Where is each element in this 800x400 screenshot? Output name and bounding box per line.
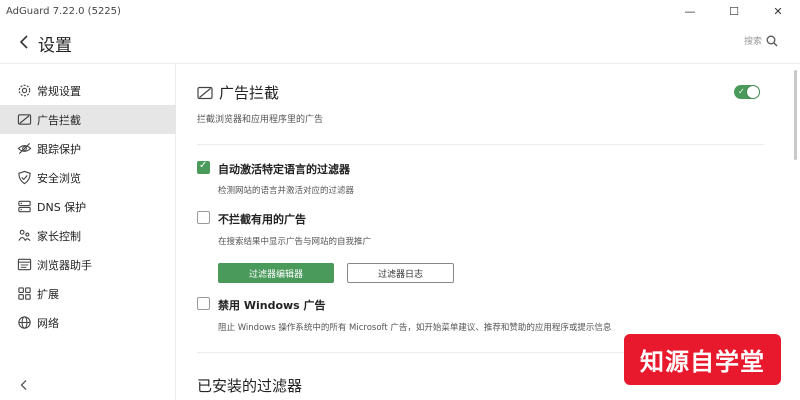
sidebar-item-label: 跟踪保护 <box>37 142 81 156</box>
extensions-icon <box>18 287 31 300</box>
sidebar-item-dns-protection[interactable]: DNS 保护 <box>0 192 176 221</box>
section-description: 拦截浏览器和应用程序里的广告 <box>197 115 324 125</box>
chevron-left-icon <box>20 380 26 390</box>
sidebar-item-label: 常规设置 <box>37 84 81 98</box>
close-button[interactable]: ✕ <box>756 0 800 22</box>
back-button[interactable] <box>14 31 34 53</box>
option-label: 禁用 Windows 广告 <box>218 299 326 312</box>
sidebar-item-browser-assistant[interactable]: 浏览器助手 <box>0 250 176 279</box>
ad-block-icon <box>17 114 32 125</box>
page-title: 设置 <box>38 36 72 56</box>
section-header: 广告拦截 <box>197 82 279 103</box>
filter-editor-button[interactable]: 过滤器编辑器 <box>218 263 334 283</box>
option-label: 自动激活特定语言的过滤器 <box>218 163 350 176</box>
sidebar-item-label: DNS 保护 <box>37 200 87 214</box>
scrollbar-thumb[interactable] <box>794 70 797 160</box>
ad-block-icon <box>197 86 213 99</box>
window-titlebar: AdGuard 7.22.0 (5225) — ☐ ✕ <box>0 0 800 22</box>
shield-icon <box>18 170 31 185</box>
browser-icon <box>17 258 32 271</box>
search-icon <box>766 35 778 46</box>
eye-slash-icon <box>17 142 32 155</box>
sidebar-item-ad-blocking[interactable]: 广告拦截 <box>0 105 176 134</box>
sidebar-item-label: 家长控制 <box>37 229 81 243</box>
window-title: AdGuard 7.22.0 (5225) <box>6 5 121 17</box>
sidebar-item-label: 扩展 <box>37 287 59 301</box>
section-title: 广告拦截 <box>219 84 280 102</box>
window-controls: — ☐ ✕ <box>668 0 800 22</box>
option-description: 在搜索结果中显示广告与网站的自我推广 <box>218 237 372 247</box>
watermark-badge: 知源自学堂 <box>624 334 781 385</box>
divider <box>197 144 764 145</box>
sidebar-item-general[interactable]: 常规设置 <box>0 76 176 105</box>
option-description: 阻止 Windows 操作系统中的所有 Microsoft 广告，如开始菜单建议… <box>218 323 612 333</box>
page-header: 设置 搜索 <box>0 22 800 64</box>
sidebar-item-label: 网络 <box>37 316 59 330</box>
option-label: 不拦截有用的广告 <box>218 213 306 226</box>
ad-blocking-toggle[interactable]: ✓ <box>734 85 760 99</box>
maximize-button[interactable]: ☐ <box>712 0 756 22</box>
sidebar-item-parental-control[interactable]: 家长控制 <box>0 221 176 250</box>
sidebar-item-safe-browsing[interactable]: 安全浏览 <box>0 163 176 192</box>
sidebar-item-label: 广告拦截 <box>37 113 81 127</box>
sidebar-item-network[interactable]: 网络 <box>0 308 176 337</box>
gear-icon <box>18 84 31 97</box>
sidebar-item-label: 安全浏览 <box>37 171 81 185</box>
content-scrollbar[interactable] <box>790 64 800 400</box>
dns-icon <box>18 200 31 213</box>
sidebar: 常规设置 广告拦截 跟踪保护 安全浏览 DNS 保护 家长控制 浏览器助手 扩展… <box>0 64 176 400</box>
globe-icon <box>18 316 31 329</box>
minimize-button[interactable]: — <box>668 0 712 22</box>
option-description: 检测网站的语言并激活对应的过滤器 <box>218 186 355 196</box>
check-icon: ✓ <box>199 160 208 171</box>
windows-ads-checkbox[interactable] <box>197 297 210 310</box>
chevron-left-icon <box>19 35 28 49</box>
search-placeholder: 搜索 <box>743 37 762 47</box>
sidebar-collapse-button[interactable] <box>14 376 32 394</box>
useful-ads-checkbox[interactable] <box>197 211 210 224</box>
sidebar-item-label: 浏览器助手 <box>37 258 92 272</box>
parental-icon <box>18 229 31 242</box>
check-icon: ✓ <box>738 87 745 96</box>
filter-log-button[interactable]: 过滤器日志 <box>347 263 454 283</box>
toggle-knob <box>747 86 759 98</box>
sidebar-item-tracking-protection[interactable]: 跟踪保护 <box>0 134 176 163</box>
language-filters-checkbox[interactable]: ✓ <box>197 160 210 174</box>
sidebar-item-extensions[interactable]: 扩展 <box>0 279 176 308</box>
search-box[interactable]: 搜索 <box>744 34 778 47</box>
installed-filters-title: 已安装的过滤器 <box>197 377 303 395</box>
